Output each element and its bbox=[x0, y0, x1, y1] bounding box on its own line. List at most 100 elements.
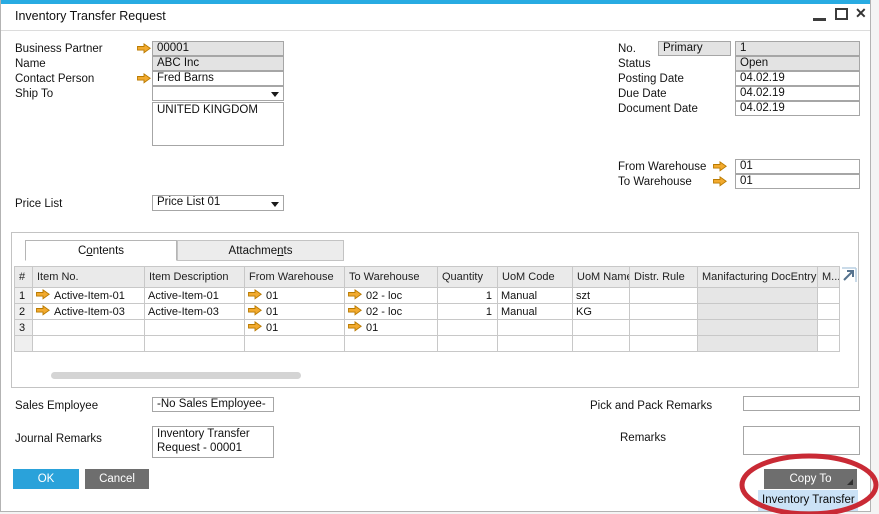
doc-series-field[interactable]: Primary bbox=[658, 41, 731, 56]
uom-code-cell[interactable]: Manual bbox=[498, 288, 573, 304]
distr-rule-cell[interactable] bbox=[630, 320, 698, 336]
due-date-field[interactable]: 04.02.19 bbox=[735, 86, 860, 101]
m-cell[interactable] bbox=[818, 320, 840, 336]
to-warehouse-field[interactable]: 01 bbox=[735, 174, 860, 189]
cancel-button[interactable]: Cancel bbox=[85, 469, 149, 489]
pick-pack-remarks-field[interactable] bbox=[743, 396, 860, 411]
item-no-cell[interactable]: Active-Item-03 bbox=[33, 304, 145, 320]
remarks-field[interactable] bbox=[743, 426, 860, 455]
to-warehouse-cell[interactable]: 02 - loc bbox=[345, 304, 438, 320]
quantity-cell[interactable] bbox=[438, 336, 498, 352]
item-description-cell[interactable] bbox=[145, 320, 245, 336]
expand-grid-icon[interactable] bbox=[841, 267, 857, 283]
link-arrow-icon[interactable] bbox=[248, 289, 262, 300]
row-number-cell[interactable]: 1 bbox=[15, 288, 33, 304]
table-row: 1 Active-Item-01 Active-Item-01 01 02 - … bbox=[15, 288, 840, 304]
link-arrow-icon[interactable] bbox=[137, 73, 151, 84]
col-manufacturing-docentry[interactable]: Manifacturing DocEntry bbox=[698, 267, 818, 288]
col-item-no[interactable]: Item No. bbox=[33, 267, 145, 288]
inventory-transfer-request-window: Inventory Transfer Request ✕ Business Pa… bbox=[0, 0, 871, 512]
uom-code-cell[interactable]: Manual bbox=[498, 304, 573, 320]
horizontal-scrollbar[interactable] bbox=[51, 372, 301, 379]
chevron-down-icon bbox=[271, 202, 279, 207]
m-cell[interactable] bbox=[818, 288, 840, 304]
ship-to-address-box[interactable]: UNITED KINGDOM bbox=[152, 102, 284, 146]
to-warehouse-cell[interactable]: 02 - loc bbox=[345, 288, 438, 304]
quantity-cell[interactable] bbox=[438, 320, 498, 336]
item-description-cell[interactable]: Active-Item-01 bbox=[145, 288, 245, 304]
journal-remarks-field[interactable]: Inventory Transfer Request - 00001 bbox=[152, 426, 274, 458]
name-label: Name bbox=[15, 57, 46, 71]
uom-name-cell[interactable] bbox=[573, 336, 630, 352]
minimize-icon[interactable] bbox=[813, 18, 826, 21]
m-cell[interactable] bbox=[818, 336, 840, 352]
posting-date-field[interactable]: 04.02.19 bbox=[735, 71, 860, 86]
row-number-cell[interactable]: 3 bbox=[15, 320, 33, 336]
contact-person-label: Contact Person bbox=[15, 72, 94, 86]
link-arrow-icon[interactable] bbox=[36, 305, 50, 316]
document-date-field[interactable]: 04.02.19 bbox=[735, 101, 860, 116]
row-number-cell[interactable]: 2 bbox=[15, 304, 33, 320]
manufacturing-docentry-cell bbox=[698, 336, 818, 352]
col-uom-code[interactable]: UoM Code bbox=[498, 267, 573, 288]
item-description-cell[interactable] bbox=[145, 336, 245, 352]
quantity-cell[interactable]: 1 bbox=[438, 288, 498, 304]
to-warehouse-cell[interactable] bbox=[345, 336, 438, 352]
link-arrow-icon[interactable] bbox=[713, 176, 727, 187]
col-quantity[interactable]: Quantity bbox=[438, 267, 498, 288]
distr-rule-cell[interactable] bbox=[630, 304, 698, 320]
item-no-cell[interactable] bbox=[33, 320, 145, 336]
item-no-cell[interactable] bbox=[33, 336, 145, 352]
tab-contents[interactable]: Contents bbox=[25, 240, 177, 261]
quantity-cell[interactable]: 1 bbox=[438, 304, 498, 320]
business-partner-field[interactable]: 00001 bbox=[152, 41, 284, 56]
row-number-cell[interactable] bbox=[15, 336, 33, 352]
price-list-dropdown[interactable]: Price List 01 bbox=[152, 195, 284, 211]
name-field[interactable]: ABC Inc bbox=[152, 56, 284, 71]
link-arrow-icon[interactable] bbox=[348, 289, 362, 300]
tab-attachments[interactable]: Attachments bbox=[177, 240, 344, 261]
uom-name-cell[interactable] bbox=[573, 320, 630, 336]
distr-rule-cell[interactable] bbox=[630, 288, 698, 304]
doc-number-field[interactable]: 1 bbox=[735, 41, 860, 56]
to-warehouse-cell[interactable]: 01 bbox=[345, 320, 438, 336]
uom-name-cell[interactable]: szt bbox=[573, 288, 630, 304]
copy-to-button[interactable]: Copy To bbox=[764, 469, 857, 489]
link-arrow-icon[interactable] bbox=[248, 305, 262, 316]
link-arrow-icon[interactable] bbox=[137, 43, 151, 54]
from-warehouse-cell[interactable]: 01 bbox=[245, 320, 345, 336]
link-arrow-icon[interactable] bbox=[713, 161, 727, 172]
uom-code-cell[interactable] bbox=[498, 320, 573, 336]
status-field: Open bbox=[735, 56, 860, 71]
col-row-number[interactable]: # bbox=[15, 267, 33, 288]
contact-person-field[interactable]: Fred Barns bbox=[152, 71, 284, 86]
col-from-warehouse[interactable]: From Warehouse bbox=[245, 267, 345, 288]
from-warehouse-cell[interactable]: 01 bbox=[245, 304, 345, 320]
item-description-cell[interactable]: Active-Item-03 bbox=[145, 304, 245, 320]
maximize-icon[interactable] bbox=[835, 8, 848, 20]
distr-rule-cell[interactable] bbox=[630, 336, 698, 352]
col-to-warehouse[interactable]: To Warehouse bbox=[345, 267, 438, 288]
from-warehouse-cell[interactable] bbox=[245, 336, 345, 352]
uom-name-cell[interactable]: KG bbox=[573, 304, 630, 320]
col-item-description[interactable]: Item Description bbox=[145, 267, 245, 288]
link-arrow-icon[interactable] bbox=[348, 305, 362, 316]
from-warehouse-cell[interactable]: 01 bbox=[245, 288, 345, 304]
chevron-down-icon bbox=[271, 92, 279, 97]
link-arrow-icon[interactable] bbox=[248, 321, 262, 332]
from-warehouse-field[interactable]: 01 bbox=[735, 159, 860, 174]
link-arrow-icon[interactable] bbox=[36, 289, 50, 300]
ok-button[interactable]: OK bbox=[13, 469, 79, 489]
copy-to-menu-item-inventory-transfer[interactable]: Inventory Transfer bbox=[758, 490, 858, 511]
item-no-cell[interactable]: Active-Item-01 bbox=[33, 288, 145, 304]
uom-code-cell[interactable] bbox=[498, 336, 573, 352]
col-uom-name[interactable]: UoM Name bbox=[573, 267, 630, 288]
doc-no-label: No. bbox=[618, 42, 636, 56]
col-distr-rule[interactable]: Distr. Rule bbox=[630, 267, 698, 288]
link-arrow-icon[interactable] bbox=[348, 321, 362, 332]
ship-to-dropdown[interactable] bbox=[152, 86, 284, 101]
close-icon[interactable]: ✕ bbox=[855, 5, 867, 22]
sales-employee-field[interactable]: -No Sales Employee- bbox=[152, 397, 274, 412]
m-cell[interactable] bbox=[818, 304, 840, 320]
col-m-truncated[interactable]: M... bbox=[818, 267, 840, 288]
